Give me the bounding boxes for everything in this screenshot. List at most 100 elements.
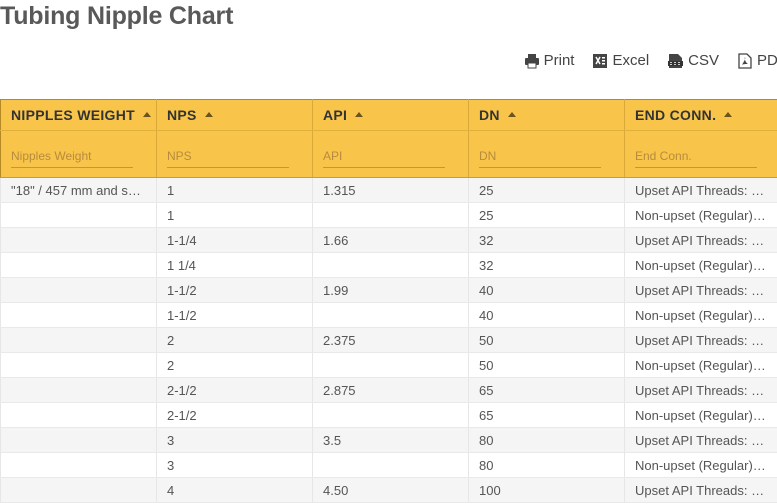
table-cell xyxy=(312,402,469,428)
table-cell: 4.50 xyxy=(312,477,469,503)
table-cell: Upset API Threads: … xyxy=(624,327,777,353)
table-row[interactable]: "18" / 457 mm and s… 1 1.315 25 Upset API Th… xyxy=(0,177,777,203)
table-cell: 50 xyxy=(468,327,625,353)
table-row[interactable]: 1-1/2 1.99 40 Upset API Threads: … xyxy=(0,277,777,303)
table-cell: 80 xyxy=(468,427,625,453)
page-title: Tubing Nipple Chart xyxy=(0,2,234,30)
table-cell xyxy=(0,477,157,503)
table-row[interactable]: 1 1/4 32 Non-upset (Regular)… xyxy=(0,252,777,278)
table-cell: 2-1/2 xyxy=(156,377,313,403)
filter-cell xyxy=(468,130,625,178)
table-cell xyxy=(0,327,157,353)
table-cell xyxy=(0,277,157,303)
table-cell: 3.5 xyxy=(312,427,469,453)
api-filter-input[interactable] xyxy=(323,146,445,168)
sort-asc-icon[interactable] xyxy=(143,111,151,117)
filter-cell xyxy=(0,130,157,178)
print-button[interactable]: Print xyxy=(524,52,575,69)
table-row[interactable]: 3 3.5 80 Upset API Threads: … xyxy=(0,427,777,453)
table-cell: 1-1/4 xyxy=(156,227,313,253)
table-cell: 2.375 xyxy=(312,327,469,353)
table-cell: 2.875 xyxy=(312,377,469,403)
table-row[interactable]: 3 80 Non-upset (Regular)… xyxy=(0,452,777,478)
nipples-weight-filter-input[interactable] xyxy=(11,146,133,168)
table-cell: 25 xyxy=(468,202,625,228)
column-header-nps[interactable]: NPS xyxy=(156,99,313,131)
table-cell: Upset API Threads: … xyxy=(624,427,777,453)
print-label: Print xyxy=(543,52,575,69)
table-cell xyxy=(0,377,157,403)
pdf-icon xyxy=(737,52,753,69)
excel-button[interactable]: Excel xyxy=(592,52,649,69)
table-row[interactable]: 2 50 Non-upset (Regular)… xyxy=(0,352,777,378)
table-cell: 4 xyxy=(156,477,313,503)
nps-filter-input[interactable] xyxy=(167,146,289,168)
table-cell xyxy=(0,402,157,428)
table-cell: 65 xyxy=(468,377,625,403)
table-cell: Upset API Threads: … xyxy=(624,377,777,403)
column-header-dn[interactable]: DN xyxy=(468,99,625,131)
sort-asc-icon[interactable] xyxy=(507,111,516,117)
filter-cell xyxy=(312,130,469,178)
nipple-table-container: NIPPLES WEIGHT NPS API DN END CONN. "18"… xyxy=(0,99,777,503)
nipple-table: NIPPLES WEIGHT NPS API DN END CONN. "18"… xyxy=(0,99,777,503)
table-cell: 50 xyxy=(468,352,625,378)
table-cell: Non-upset (Regular)… xyxy=(624,302,777,328)
filter-cell xyxy=(624,130,777,178)
table-cell: 25 xyxy=(468,177,625,203)
table-cell: 3 xyxy=(156,452,313,478)
table-cell: 1.99 xyxy=(312,277,469,303)
column-label: DN xyxy=(479,107,500,123)
printer-icon xyxy=(524,53,540,69)
table-cell: Upset API Threads: … xyxy=(624,177,777,203)
table-cell: Non-upset (Regular)… xyxy=(624,202,777,228)
table-cell: 3 xyxy=(156,427,313,453)
column-header-api[interactable]: API xyxy=(312,99,469,131)
table-row[interactable]: 1 25 Non-upset (Regular)… xyxy=(0,202,777,228)
pdf-button[interactable]: PDF xyxy=(737,52,777,69)
excel-label: Excel xyxy=(612,52,650,69)
table-cell: 1-1/2 xyxy=(156,302,313,328)
table-cell: 40 xyxy=(468,277,625,303)
csv-button[interactable]: CSV xyxy=(667,52,719,69)
table-row[interactable]: 2-1/2 2.875 65 Upset API Threads: … xyxy=(0,377,777,403)
table-cell: Upset API Threads: … xyxy=(624,277,777,303)
csv-label: CSV xyxy=(688,52,719,69)
csv-icon xyxy=(667,53,684,69)
table-cell xyxy=(312,302,469,328)
export-toolbar: Print Excel CSV PD xyxy=(524,52,777,69)
table-cell xyxy=(0,352,157,378)
table-row[interactable]: 2-1/2 65 Non-upset (Regular)… xyxy=(0,402,777,428)
table-cell xyxy=(0,202,157,228)
sort-asc-icon[interactable] xyxy=(724,111,733,117)
table-cell: 32 xyxy=(468,227,625,253)
table-cell: Non-upset (Regular)… xyxy=(624,252,777,278)
table-row[interactable]: 2 2.375 50 Upset API Threads: … xyxy=(0,327,777,353)
column-header-end-conn[interactable]: END CONN. xyxy=(624,99,777,131)
table-body: "18" / 457 mm and s… 1 1.315 25 Upset API Th… xyxy=(0,177,777,503)
table-cell: 80 xyxy=(468,452,625,478)
dn-filter-input[interactable] xyxy=(479,146,601,168)
table-row[interactable]: 4 4.50 100 Upset API Threads: … xyxy=(0,477,777,503)
sort-asc-icon[interactable] xyxy=(355,111,364,117)
table-cell: 1 1/4 xyxy=(156,252,313,278)
table-cell: Upset API Threads: … xyxy=(624,477,777,503)
table-cell xyxy=(0,227,157,253)
table-cell: 1 xyxy=(156,177,313,203)
table-row[interactable]: 1-1/4 1.66 32 Upset API Threads: … xyxy=(0,227,777,253)
column-header-nipples-weight[interactable]: NIPPLES WEIGHT xyxy=(0,99,157,131)
table-row[interactable]: 1-1/2 40 Non-upset (Regular)… xyxy=(0,302,777,328)
table-cell: Non-upset (Regular)… xyxy=(624,352,777,378)
table-cell xyxy=(312,202,469,228)
table-cell xyxy=(0,452,157,478)
table-cell xyxy=(312,252,469,278)
table-cell: 100 xyxy=(468,477,625,503)
table-cell: 1.66 xyxy=(312,227,469,253)
table-cell: 65 xyxy=(468,402,625,428)
end-conn-filter-input[interactable] xyxy=(635,146,757,168)
table-cell: Non-upset (Regular)… xyxy=(624,452,777,478)
table-cell xyxy=(312,352,469,378)
sort-asc-icon[interactable] xyxy=(204,111,213,117)
table-cell: 1-1/2 xyxy=(156,277,313,303)
excel-icon xyxy=(592,53,608,69)
